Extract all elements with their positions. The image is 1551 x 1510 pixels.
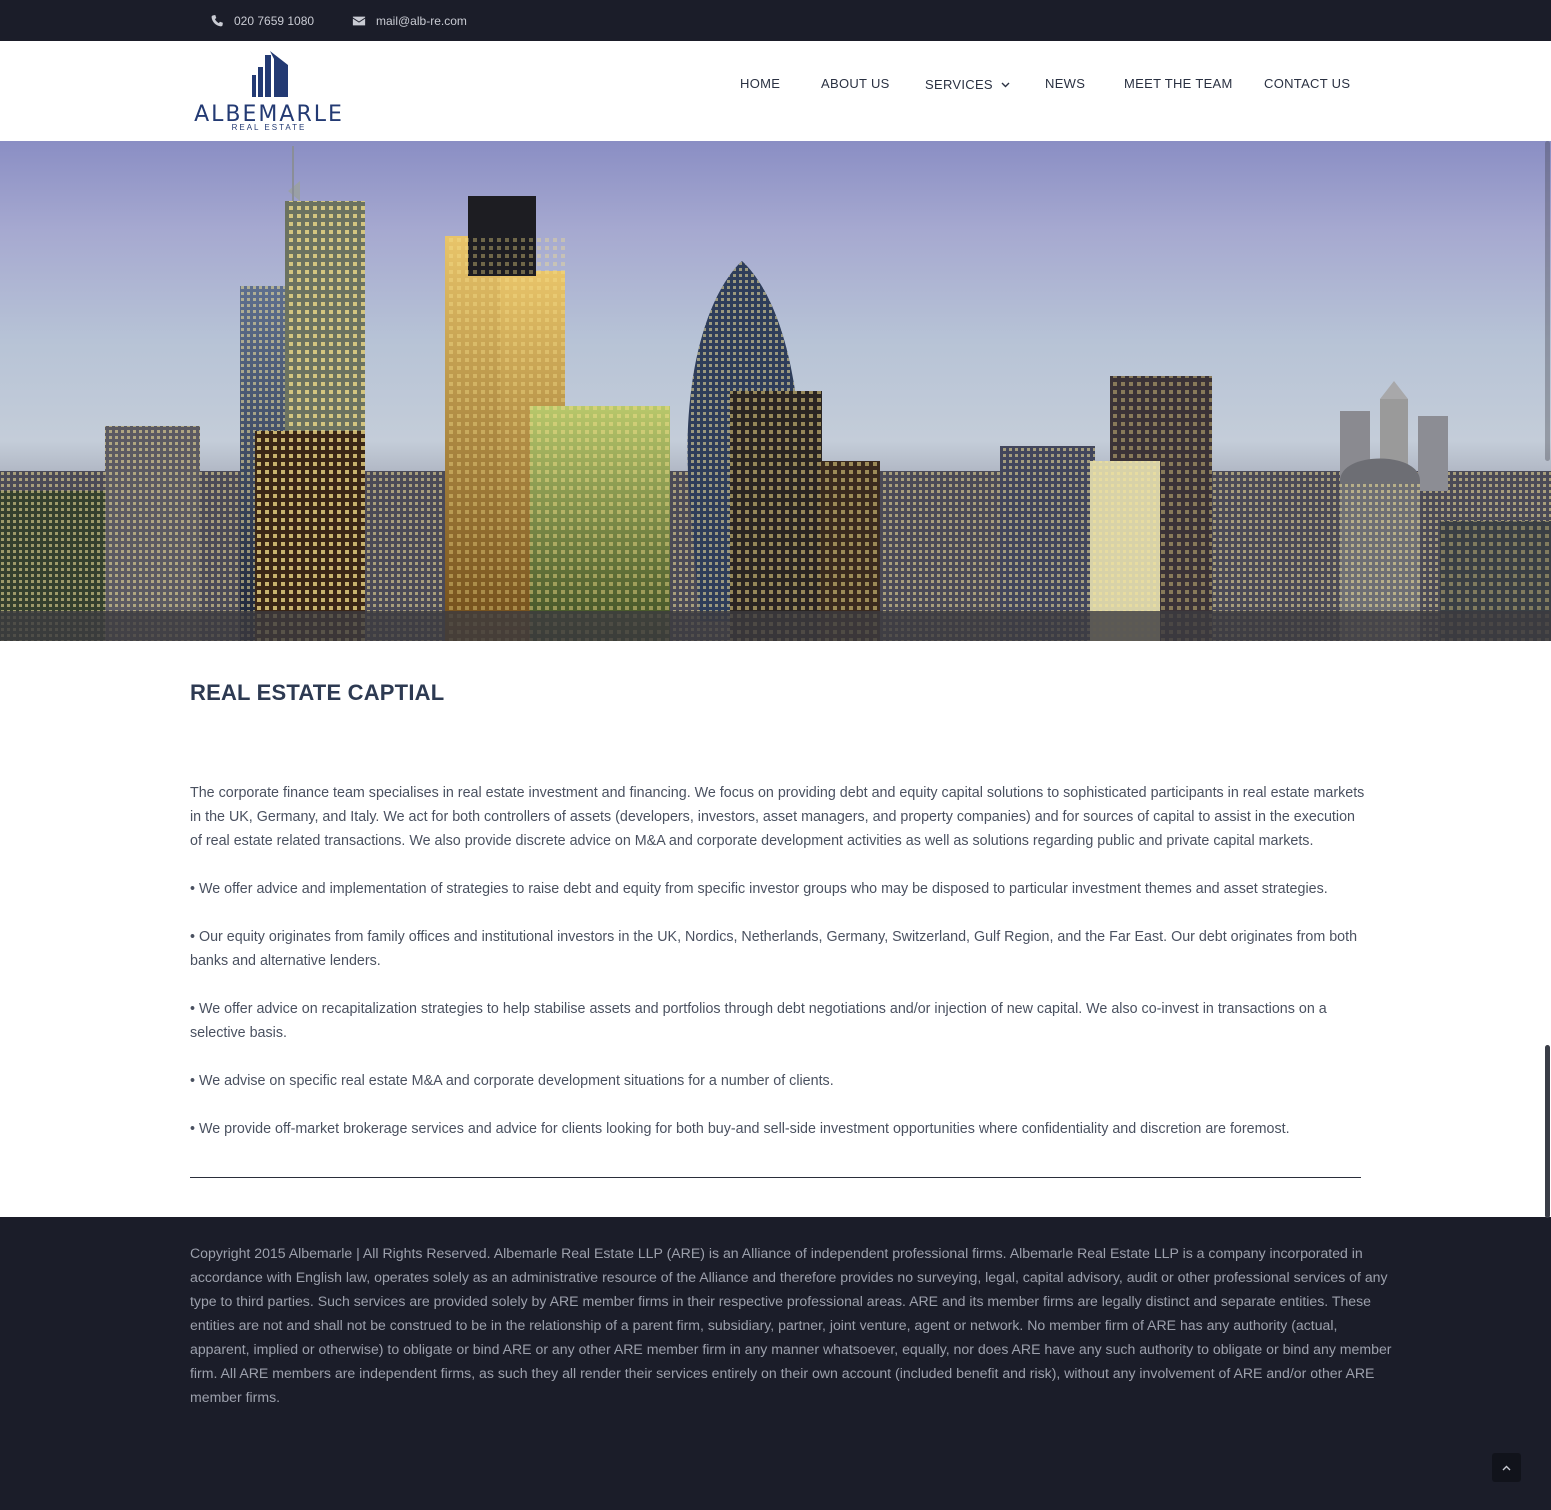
back-to-top-button[interactable] — [1492, 1453, 1521, 1482]
logo[interactable]: ALBEMARLE REAL ESTATE — [190, 51, 350, 133]
nav-about-us[interactable]: ABOUT US — [821, 76, 890, 91]
page-scrollbar-thumb[interactable] — [1545, 1045, 1550, 1218]
building-logo-icon — [252, 51, 288, 97]
site-footer: Copyright 2015 Albemarle | All Rights Re… — [0, 1217, 1551, 1510]
nav-news[interactable]: NEWS — [1045, 76, 1085, 91]
email-contact[interactable]: mail@alb-re.com — [352, 0, 467, 41]
copyright-text: Copyright 2015 Albemarle | All Rights Re… — [190, 1245, 1392, 1405]
city-skyline-image — [0, 146, 1551, 641]
logo-subtitle: REAL ESTATE — [231, 123, 307, 132]
intro-paragraph: The corporate finance team specialises i… — [190, 785, 1365, 849]
nav-services[interactable]: SERVICES — [925, 76, 1010, 92]
hero-banner — [0, 141, 1551, 641]
hero-scrollbar[interactable] — [1545, 141, 1550, 461]
envelope-icon — [352, 16, 366, 25]
phone-icon — [211, 14, 223, 26]
email-address: mail@alb-re.com — [376, 13, 467, 28]
chevron-up-icon — [1502, 1465, 1511, 1470]
nav-meet-the-team[interactable]: MEET THE TEAM — [1124, 76, 1233, 91]
service-bullet: • Our equity originates from family offi… — [190, 929, 1358, 969]
content-divider — [190, 1177, 1361, 1178]
service-bullet: • We offer advice and implementation of … — [190, 881, 1328, 897]
phone-number: 020 7659 1080 — [234, 13, 315, 28]
chevron-down-icon — [1001, 76, 1010, 91]
phone-contact[interactable]: 020 7659 1080 — [210, 0, 314, 41]
nav-contact-us[interactable]: CONTACT US — [1264, 76, 1350, 91]
page-title: REAL ESTATE CAPTIAL — [190, 680, 445, 705]
service-bullet: • We advise on specific real estate M&A … — [190, 1073, 834, 1089]
service-bullet: • We offer advice on recapitalization st… — [190, 1001, 1327, 1041]
nav-home[interactable]: HOME — [740, 76, 780, 91]
main-content: The corporate finance team specialises i… — [190, 781, 1365, 1165]
service-bullet: • We provide off-market brokerage servic… — [190, 1121, 1290, 1137]
top-contact-bar: 020 7659 1080 mail@alb-re.com — [0, 0, 1551, 41]
nav-services-label: SERVICES — [925, 77, 993, 92]
site-header: ALBEMARLE REAL ESTATE HOME ABOUT US SERV… — [0, 41, 1551, 141]
